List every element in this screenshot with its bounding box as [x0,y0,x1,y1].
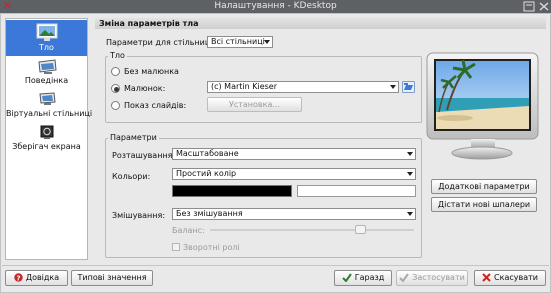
slideshow-setup-button[interactable]: Установка... [207,97,302,112]
ok-label: Гаразд [354,273,385,282]
position-value: Масштабоване [176,149,239,158]
reverse-roles-label: Зворотні ролі [183,243,240,252]
virtual-desktops-icon [38,92,56,105]
help-icon: ? [14,273,23,282]
svg-text:?: ? [16,275,20,283]
picture-value: (c) Martin Kieser [211,82,278,91]
picture-combo[interactable]: (c) Martin Kieser [207,81,399,93]
sidebar-item-label: Віртуальні стільниці [6,109,93,118]
sidebar-item-screensaver[interactable]: Зберігач екрана [6,124,87,154]
primary-color-button[interactable] [172,185,292,197]
chevron-down-icon [264,40,270,44]
page-title: Зміна параметрів тла [95,18,546,29]
cancel-icon [482,273,491,282]
picture-label: Малюнок: [124,84,166,93]
apply-button[interactable]: Застосувати [396,270,468,286]
desktop-selector-value: Всі стільниці [211,37,265,46]
blend-value: Без змішування [176,209,243,218]
screensaver-icon [40,125,53,139]
no-picture-label: Без малюнка [124,67,179,76]
params-group-title: Параметри [108,133,159,142]
sidebar-item-behavior[interactable]: Поведінка [6,58,87,88]
balance-slider-handle[interactable] [355,225,366,234]
blend-combo[interactable]: Без змішування [172,208,416,220]
cancel-button[interactable]: Скасувати [474,270,546,286]
picture-radio[interactable] [111,84,120,93]
footer-divider [2,265,549,266]
colors-label: Кольори: [112,172,151,181]
apply-label: Застосувати [412,273,465,282]
help-button[interactable]: ? Довідка [5,270,68,286]
sidebar-item-label: Зберігач екрана [12,142,81,151]
no-picture-radio[interactable] [111,67,120,76]
secondary-color-button[interactable] [297,185,416,197]
position-label: Розташування: [112,151,176,160]
background-group-title: Тло [108,51,127,60]
close-icon[interactable]: ✕ [3,0,12,12]
window-menu-icon[interactable] [523,1,535,12]
reverse-roles-checkbox[interactable] [172,243,180,251]
slideshow-label: Показ слайдів: [124,101,187,110]
desktop-behavior-icon [37,59,57,74]
advanced-settings-button[interactable]: Додаткові параметри [431,179,537,194]
window-close-icon[interactable] [538,1,550,12]
slideshow-radio[interactable] [111,101,120,110]
colors-combo[interactable]: Простий колір [172,168,416,180]
chevron-down-icon [407,152,413,156]
chevron-down-icon [390,85,396,89]
title-bar[interactable]: Налаштування - KDesktop [0,0,551,13]
sidebar-item-label: Поведінка [24,76,69,85]
balance-slider-track [210,229,414,231]
sidebar: Тло Поведінка Віртуальні стільниці Збері… [5,18,93,260]
open-file-icon[interactable] [402,81,415,93]
checkmark-icon [399,273,410,282]
cancel-label: Скасувати [494,273,538,282]
checkmark-icon [342,273,352,282]
wallpaper-preview [425,52,540,162]
desktop-selector-label: Параметри для стільниці: [106,38,216,47]
monitor-preview-icon [426,52,539,160]
ok-button[interactable]: Гаразд [334,270,392,286]
balance-label: Баланс: [172,226,205,235]
wallpaper-icon [36,23,57,41]
sidebar-item-background[interactable]: Тло [6,20,87,56]
get-new-wallpapers-button[interactable]: Дістати нові шпалери [431,197,537,212]
chevron-down-icon [407,172,413,176]
defaults-button[interactable]: Типові значення [71,270,153,286]
sidebar-item-virtual-desktops[interactable]: Віртуальні стільниці [6,91,93,121]
chevron-down-icon [407,212,413,216]
desktop-selector-combo[interactable]: Всі стільниці [207,36,273,48]
colors-value: Простий колір [176,169,237,178]
sidebar-item-label: Тло [39,43,54,52]
position-combo[interactable]: Масштабоване [172,148,416,160]
blend-label: Змішування: [112,211,166,220]
window-title: Налаштування - KDesktop [214,1,337,11]
help-label: Довідка [25,273,60,282]
